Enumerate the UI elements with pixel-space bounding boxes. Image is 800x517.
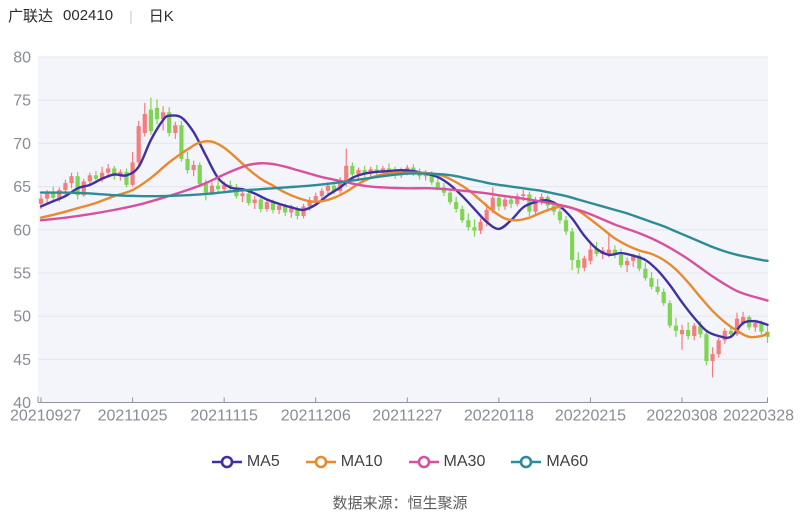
data-source-note: 数据来源：恒生聚源: [0, 492, 800, 513]
candle-up: [625, 261, 629, 265]
candle-up: [588, 250, 592, 261]
candle-up: [137, 126, 141, 162]
candle-down: [259, 200, 263, 210]
candle-up: [326, 186, 330, 191]
legend: MA5 MA10 MA30 MA60: [0, 453, 800, 471]
candle-up: [173, 125, 177, 133]
legend-line-marker-icon: [306, 454, 336, 470]
candle-down: [350, 166, 354, 175]
candle-down: [466, 220, 470, 227]
candle-up: [717, 340, 721, 354]
candle-down: [570, 231, 574, 260]
candle-up: [57, 190, 61, 198]
candle-up: [210, 186, 214, 193]
candle-down: [576, 260, 580, 268]
candle-down: [509, 200, 513, 204]
x-axis-label: 20211025: [98, 408, 168, 425]
candle-up: [253, 200, 257, 203]
candle-down: [668, 303, 672, 325]
candle-down: [246, 193, 250, 203]
candle-up: [320, 191, 324, 196]
candle-up: [521, 194, 525, 196]
candle-down: [448, 193, 452, 203]
candle-up: [582, 258, 586, 268]
legend-item-ma60[interactable]: MA60: [511, 453, 588, 471]
y-axis-label: 65: [13, 179, 31, 196]
legend-label: MA60: [546, 453, 588, 471]
candle-up: [45, 193, 49, 198]
legend-item-ma5[interactable]: MA5: [212, 453, 280, 471]
candle-up: [192, 165, 196, 170]
candle-up: [265, 202, 269, 209]
legend-item-ma30[interactable]: MA30: [409, 453, 486, 471]
candle-up: [692, 326, 696, 336]
candle-down: [472, 227, 476, 230]
candle-up: [301, 206, 305, 216]
candle-down: [564, 220, 568, 231]
candle-down: [454, 202, 458, 209]
candle-up: [753, 323, 757, 327]
y-axis-label: 55: [13, 265, 31, 282]
candle-down: [51, 193, 55, 197]
candle-down: [198, 165, 202, 184]
candle-down: [94, 175, 98, 178]
candle-down: [704, 334, 708, 361]
y-axis-label: 75: [13, 93, 31, 110]
x-axis-label: 20210927: [10, 408, 81, 425]
candle-down: [436, 182, 440, 187]
y-axis-label: 80: [13, 50, 31, 67]
candle-down: [216, 186, 220, 189]
x-axis-label: 20211206: [281, 408, 351, 425]
candle-up: [277, 206, 281, 210]
candle-up: [143, 114, 147, 133]
kline-chart[interactable]: 4045505560657075802021092720211025202111…: [0, 0, 800, 430]
candle-down: [155, 108, 159, 119]
candle-down: [460, 209, 464, 220]
x-axis-label: 20211115: [190, 408, 258, 425]
y-axis-label: 50: [13, 309, 31, 326]
candle-up: [63, 183, 67, 190]
candle-up: [710, 354, 714, 361]
candle-up: [39, 199, 43, 204]
legend-label: MA30: [444, 453, 486, 471]
x-axis-label: 20220308: [646, 408, 717, 425]
candle-up: [503, 200, 507, 207]
x-axis-label: 20211227: [372, 408, 442, 425]
x-axis-label: 20220328: [723, 408, 794, 425]
x-axis-label: 20220118: [464, 408, 534, 425]
candle-down: [185, 159, 189, 170]
legend-line-marker-icon: [511, 454, 541, 470]
legend-label: MA10: [341, 453, 383, 471]
candle-down: [686, 330, 690, 336]
legend-line-marker-icon: [212, 454, 242, 470]
candle-down: [558, 212, 562, 221]
candle-down: [619, 255, 623, 265]
legend-label: MA5: [247, 453, 280, 471]
legend-item-ma10[interactable]: MA10: [306, 453, 383, 471]
candle-down: [149, 110, 153, 132]
candle-up: [69, 176, 73, 183]
candle-up: [478, 222, 482, 231]
candle-up: [106, 168, 110, 172]
candle-down: [674, 326, 678, 331]
candle-down: [656, 287, 660, 292]
x-axis-label: 20220215: [555, 408, 626, 425]
candle-down: [497, 198, 501, 207]
stock-chart-window: 广联达 002410 | 日K 404550556065707580202109…: [0, 0, 800, 517]
y-axis-label: 60: [13, 222, 31, 239]
candle-down: [662, 292, 666, 303]
candle-down: [649, 278, 653, 287]
candle-up: [314, 196, 318, 200]
candle-up: [240, 193, 244, 196]
candle-up: [88, 175, 92, 181]
candle-up: [680, 330, 684, 334]
candle-down: [643, 269, 647, 279]
candle-down: [204, 184, 208, 193]
y-axis-label: 70: [13, 136, 31, 153]
candle-up: [723, 331, 727, 341]
candle-down: [729, 331, 733, 334]
y-axis-label: 45: [13, 352, 31, 369]
legend-line-marker-icon: [409, 454, 439, 470]
